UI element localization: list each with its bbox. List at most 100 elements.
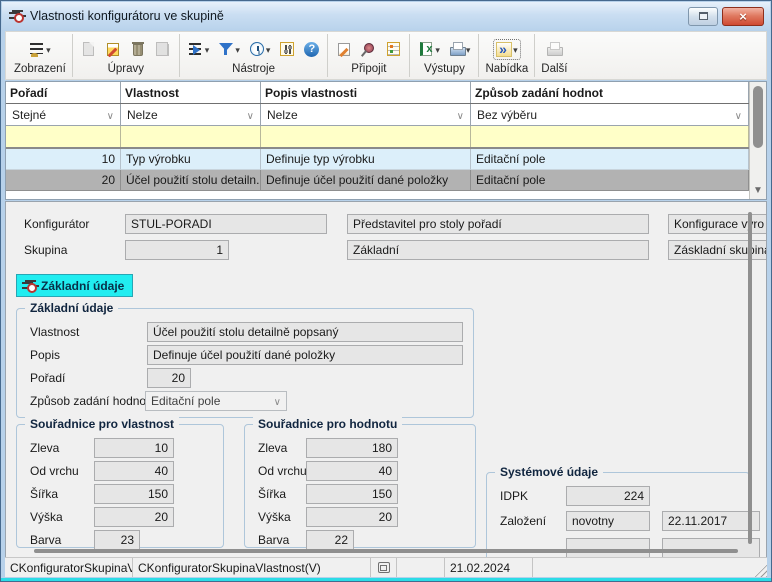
zpusob-dropdown: Editační pole	[145, 391, 287, 411]
status-window-state-button[interactable]	[371, 558, 397, 577]
column-header-popis[interactable]: Popis vlastnosti	[261, 82, 471, 103]
column-header-vlastnost[interactable]: Vlastnost	[121, 82, 261, 103]
resize-grip[interactable]	[753, 563, 767, 577]
cell-vlastnost: Typ výrobku	[121, 149, 261, 170]
group-title: Souřadnice pro vlastnost	[25, 417, 179, 431]
column-header-zpusob[interactable]: Způsob zadání hodnot	[471, 82, 749, 103]
cell-zpusob: Editační pole	[471, 149, 749, 170]
attach-note-button[interactable]	[334, 40, 354, 59]
app-window: Vlastnosti konfigurátoru ve skupině × Zo…	[0, 0, 772, 582]
delete-record-button[interactable]	[128, 39, 148, 59]
view-menu-button[interactable]	[27, 39, 53, 59]
grid-header-row: Pořadí Vlastnost Popis vlastnosti Způsob…	[6, 82, 749, 104]
filter-input-vlastnost[interactable]	[121, 126, 261, 147]
pin-button[interactable]	[359, 39, 379, 59]
grid-vertical-scrollbar[interactable]: ▼	[749, 82, 766, 199]
sirka-label: Šířka	[30, 484, 58, 504]
new-record-button	[79, 39, 98, 59]
scrollbar-thumb[interactable]	[753, 86, 763, 148]
close-button[interactable]: ×	[722, 7, 764, 26]
panel-vertical-scrollbar[interactable]	[748, 212, 752, 544]
zleva-field: 10	[94, 438, 174, 458]
barva-label: Barva	[258, 530, 289, 550]
scroll-down-arrow-icon[interactable]: ▼	[750, 185, 766, 196]
barva-field: 22	[306, 530, 354, 550]
toolbar-group-label: Nástroje	[186, 62, 322, 75]
konfigurator-desc-field: Představitel pro stoly pořadí	[347, 214, 649, 234]
od-vrchu-label: Od vrchu	[30, 461, 79, 481]
vlastnost-field: Účel použití stolu detailně popsaný	[147, 322, 463, 342]
popis-label: Popis	[30, 345, 60, 365]
vlastnost-label: Vlastnost	[30, 322, 79, 342]
filter-dropdown-popis[interactable]: Nelze	[261, 104, 471, 125]
refresh-list-button[interactable]	[186, 39, 212, 59]
filter-dropdown-zpusob[interactable]: Bez výběru	[471, 104, 749, 125]
column-header-poradi[interactable]: Pořadí	[6, 82, 121, 103]
toolbar-group-pripojit: Připojit	[328, 34, 410, 77]
zalozeni-date-field: 22.11.2017	[662, 511, 760, 531]
parameters-button[interactable]	[277, 39, 297, 59]
checklist-button[interactable]	[384, 39, 403, 59]
chevron-down-icon	[247, 108, 254, 122]
grid-filter-input-row	[6, 126, 749, 149]
toolbar-group-label: Připojit	[334, 62, 403, 75]
filter-input-poradi[interactable]	[6, 126, 121, 147]
network-print-button	[544, 39, 564, 59]
history-button[interactable]	[247, 39, 273, 59]
zalozeni-label: Založení	[500, 511, 546, 531]
toolbar: Zobrazení Úpravy	[5, 31, 767, 80]
menu-button[interactable]	[494, 40, 520, 59]
excel-export-button[interactable]	[416, 39, 442, 59]
print-button[interactable]	[447, 39, 473, 59]
skupina-label: Skupina	[24, 240, 67, 260]
chevron-down-icon	[466, 42, 471, 56]
edit-record-button[interactable]	[103, 40, 123, 59]
cell-vlastnost: Účel použití stolu detailn...	[121, 170, 261, 191]
zmena-date-field	[662, 538, 760, 558]
filter-funnel-icon	[218, 41, 234, 57]
chevron-down-icon	[46, 42, 51, 56]
od-vrchu-field: 40	[94, 461, 174, 481]
toolbar-group-label: Výstupy	[416, 62, 472, 75]
maximize-button[interactable]	[688, 7, 718, 26]
status-date-panel: 21.02.2024	[445, 558, 533, 577]
table-row[interactable]: 10 Typ výrobku Definuje typ výrobku Edit…	[6, 149, 749, 170]
chevron-down-icon	[435, 42, 440, 56]
records-grid: Pořadí Vlastnost Popis vlastnosti Způsob…	[5, 81, 767, 200]
note-pencil-icon	[338, 43, 350, 56]
titlebar[interactable]: Vlastnosti konfigurátoru ve skupině ×	[2, 2, 770, 30]
skupina-desc-field: Základní	[347, 240, 649, 260]
trash-icon	[133, 44, 143, 56]
filter-button[interactable]	[216, 39, 242, 59]
idpk-label: IDPK	[500, 486, 528, 506]
filter-input-popis[interactable]	[261, 126, 471, 147]
cell-poradi: 20	[6, 170, 121, 191]
detail-panel: Konfigurátor STUL-PORADI Představitel pr…	[5, 201, 767, 559]
filter-dropdown-vlastnost[interactable]: Nelze	[121, 104, 261, 125]
zleva-label: Zleva	[30, 438, 59, 458]
window-bottom-accent	[1, 578, 771, 581]
edit-pencil-icon	[107, 43, 119, 56]
od-vrchu-label: Od vrchu	[258, 461, 307, 481]
filter-dropdown-poradi[interactable]: Stejné	[6, 104, 121, 125]
group-title: Základní údaje	[25, 301, 118, 315]
help-icon	[304, 42, 319, 57]
toolbar-group-dalsi: Další	[535, 34, 573, 77]
filter-input-zpusob[interactable]	[471, 126, 749, 147]
clock-icon	[250, 42, 264, 56]
zmena-user-field	[566, 538, 650, 558]
poradi-label: Pořadí	[30, 368, 65, 388]
toolbar-group-vystupy: Výstupy	[410, 34, 479, 77]
toolbar-group-zobrazeni: Zobrazení	[8, 34, 73, 77]
konfigurator-right-field: Konfigurace výro	[668, 214, 767, 234]
table-row-selected[interactable]: 20 Účel použití stolu detailn... Definuj…	[6, 170, 749, 191]
toolbar-group-label: Zobrazení	[14, 62, 66, 75]
tab-zakladni-udaje[interactable]: Základní údaje	[16, 274, 133, 297]
chevron-down-icon	[205, 42, 210, 56]
status-empty-panel	[397, 558, 445, 577]
view-list-icon	[29, 41, 45, 57]
panel-horizontal-scrollbar[interactable]	[34, 549, 738, 553]
help-button[interactable]	[302, 40, 321, 59]
idpk-field: 224	[566, 486, 650, 506]
maximize-icon	[699, 12, 708, 20]
